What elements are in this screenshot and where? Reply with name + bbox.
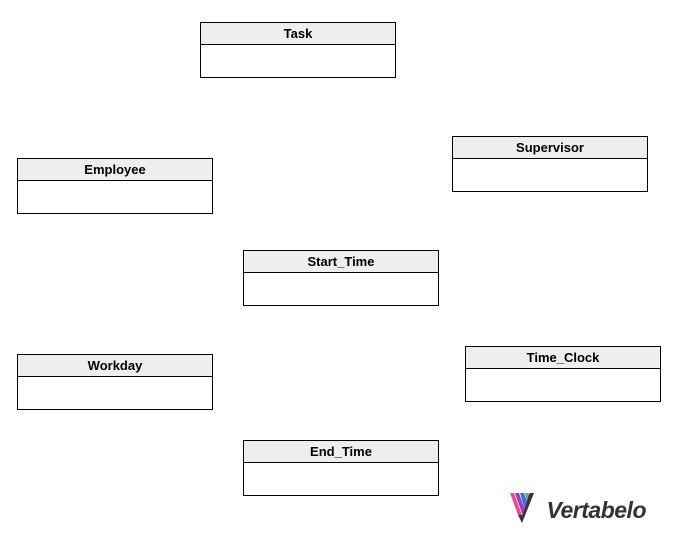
entity-workday-header: Workday — [18, 355, 212, 377]
entity-start-time-body — [244, 273, 438, 307]
entity-supervisor-body — [453, 159, 647, 193]
entity-start-time-header: Start_Time — [244, 251, 438, 273]
entity-supervisor-header: Supervisor — [453, 137, 647, 159]
entity-start-time[interactable]: Start_Time — [243, 250, 439, 306]
entity-task-body — [201, 45, 395, 79]
entity-task-header: Task — [201, 23, 395, 45]
entity-employee[interactable]: Employee — [17, 158, 213, 214]
brand-logo: Vertabelo — [507, 491, 646, 530]
entity-time-clock[interactable]: Time_Clock — [465, 346, 661, 402]
entity-end-time-header: End_Time — [244, 441, 438, 463]
entity-end-time-body — [244, 463, 438, 497]
brand-name: Vertabelo — [547, 497, 646, 524]
entity-task[interactable]: Task — [200, 22, 396, 78]
entity-employee-body — [18, 181, 212, 215]
entity-end-time[interactable]: End_Time — [243, 440, 439, 496]
entity-workday[interactable]: Workday — [17, 354, 213, 410]
entity-time-clock-body — [466, 369, 660, 403]
entity-time-clock-header: Time_Clock — [466, 347, 660, 369]
entity-workday-body — [18, 377, 212, 411]
entity-supervisor[interactable]: Supervisor — [452, 136, 648, 192]
vertabelo-logo-icon — [507, 491, 541, 530]
entity-employee-header: Employee — [18, 159, 212, 181]
